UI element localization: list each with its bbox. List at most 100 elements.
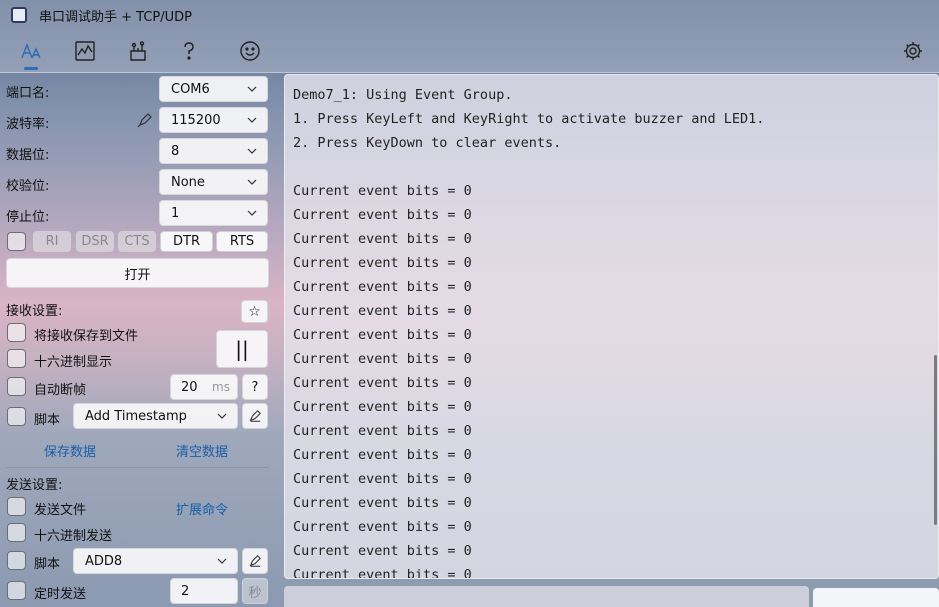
pin-rts[interactable]: RTS <box>216 231 268 252</box>
settings-panel: 端口名: COM6 波特率: 115200 数据位: 8 校验位: None 停… <box>0 72 281 607</box>
hex-display-label: 十六进制显示 <box>34 355 113 370</box>
baud-value: 115200 <box>171 112 221 128</box>
hex-send-label: 十六进制发送 <box>34 529 113 544</box>
star-icon[interactable]: ☆ <box>241 300 268 323</box>
auto-frame-checkbox[interactable] <box>7 377 26 396</box>
open-button[interactable]: 打开 <box>6 258 269 288</box>
baud-select[interactable]: 115200 <box>159 107 268 133</box>
font-icon[interactable] <box>16 36 46 70</box>
send-file-label: 发送文件 <box>34 503 87 518</box>
terminal-line: Current event bits = 0 <box>293 303 472 319</box>
smiley-icon[interactable] <box>235 36 265 66</box>
parity-select[interactable]: None <box>159 169 268 195</box>
terminal-line: Current event bits = 0 <box>293 543 472 559</box>
terminal-line: Current event bits = 0 <box>293 231 472 247</box>
rx-script-value: Add Timestamp <box>85 408 187 424</box>
port-value: COM6 <box>171 81 210 97</box>
edit-script-icon[interactable] <box>242 548 268 574</box>
clear-data-link[interactable]: 清空数据 <box>176 441 228 460</box>
pin-dtr[interactable]: DTR <box>160 231 213 252</box>
pen-icon[interactable] <box>137 112 153 128</box>
stopbits-label: 停止位: <box>6 210 50 225</box>
chevron-down-icon <box>247 86 257 92</box>
terminal-line: Current event bits = 0 <box>293 327 472 343</box>
frame-ms-unit: ms <box>212 380 230 394</box>
chevron-down-icon <box>217 413 227 419</box>
port-label: 端口名: <box>6 86 50 101</box>
terminal-line: Current event bits = 0 <box>293 351 472 367</box>
tx-script-select[interactable]: ADD8 <box>73 548 238 574</box>
save-to-file-checkbox[interactable] <box>7 323 26 342</box>
send-settings-title: 发送设置: <box>6 478 63 493</box>
divider <box>6 467 269 468</box>
databits-select[interactable]: 8 <box>159 138 268 164</box>
timer-send-checkbox[interactable] <box>7 581 26 600</box>
databits-value: 8 <box>171 143 180 159</box>
window-title: 串口调试助手 + TCP/UDP <box>39 9 192 25</box>
send-file-checkbox[interactable] <box>7 497 26 516</box>
pins-checkbox[interactable] <box>7 232 26 251</box>
terminal-line: Current event bits = 0 <box>293 471 472 487</box>
terminal-line: Current event bits = 0 <box>293 375 472 391</box>
port-select[interactable]: COM6 <box>159 76 268 102</box>
save-data-link[interactable]: 保存数据 <box>44 441 96 460</box>
timer-input[interactable]: 2 <box>170 578 238 604</box>
frame-ms-input[interactable]: 20 ms <box>170 374 238 400</box>
hex-display-checkbox[interactable] <box>7 349 26 368</box>
terminal-line: Current event bits = 0 <box>293 495 472 511</box>
terminal-line: Current event bits = 0 <box>293 207 472 223</box>
chart-icon[interactable] <box>70 36 100 66</box>
toolbar <box>0 30 939 73</box>
terminal-line: Current event bits = 0 <box>293 279 472 295</box>
tx-script-checkbox[interactable] <box>7 551 26 570</box>
ext-command-link[interactable]: 扩展命令 <box>176 499 228 518</box>
rx-script-checkbox[interactable] <box>7 407 26 426</box>
timer-unit: 秒 <box>242 578 268 604</box>
terminal-line: Current event bits = 0 <box>293 519 472 535</box>
terminal-line: Current event bits = 0 <box>293 255 472 271</box>
save-to-file-label: 将接收保存到文件 <box>34 329 139 344</box>
settings-icon[interactable] <box>898 36 928 66</box>
chevron-down-icon <box>217 558 227 564</box>
terminal-line: Current event bits = 0 <box>293 447 472 463</box>
chevron-down-icon <box>247 117 257 123</box>
scrollbar[interactable] <box>934 355 937 525</box>
help-icon[interactable] <box>174 36 204 66</box>
pin-cts: CTS <box>118 231 156 252</box>
terminal-line: Current event bits = 0 <box>293 423 472 439</box>
title-bar: 串口调试助手 + TCP/UDP <box>0 0 939 30</box>
tx-script-label: 脚本 <box>34 557 61 572</box>
terminal-line: 1. Press KeyLeft and KeyRight to activat… <box>293 111 765 127</box>
chevron-down-icon <box>247 210 257 216</box>
frame-help-button[interactable]: ? <box>242 374 268 400</box>
pause-button[interactable]: || <box>216 330 268 368</box>
terminal-line: Demo7_1: Using Event Group. <box>293 87 513 103</box>
tx-script-value: ADD8 <box>85 553 123 569</box>
pin-dsr: DSR <box>76 231 114 252</box>
chevron-down-icon <box>247 179 257 185</box>
edit-script-icon[interactable] <box>242 403 268 429</box>
rx-script-label: 脚本 <box>34 413 61 428</box>
terminal-line: Current event bits = 0 <box>293 183 472 199</box>
receive-terminal[interactable]: Demo7_1: Using Event Group. 1. Press KeyL… <box>284 74 939 579</box>
app-icon <box>11 7 27 23</box>
send-input[interactable] <box>284 586 809 607</box>
parity-label: 校验位: <box>6 179 50 194</box>
frame-ms-value: 20 <box>181 379 198 395</box>
terminal-line: 2. Press KeyDown to clear events. <box>293 135 562 151</box>
stopbits-select[interactable]: 1 <box>159 200 268 226</box>
tools-icon[interactable] <box>123 36 153 66</box>
rx-script-select[interactable]: Add Timestamp <box>73 403 238 429</box>
stopbits-value: 1 <box>171 205 180 221</box>
hex-send-checkbox[interactable] <box>7 523 26 542</box>
chevron-down-icon <box>247 148 257 154</box>
baud-label: 波特率: <box>6 117 50 132</box>
auto-frame-label: 自动断帧 <box>34 383 87 398</box>
terminal-line: Current event bits = 0 <box>293 399 472 415</box>
databits-label: 数据位: <box>6 148 50 163</box>
send-button[interactable] <box>813 588 939 607</box>
timer-value: 2 <box>181 583 190 599</box>
pin-ri: RI <box>33 231 71 252</box>
timer-send-label: 定时发送 <box>34 587 87 602</box>
